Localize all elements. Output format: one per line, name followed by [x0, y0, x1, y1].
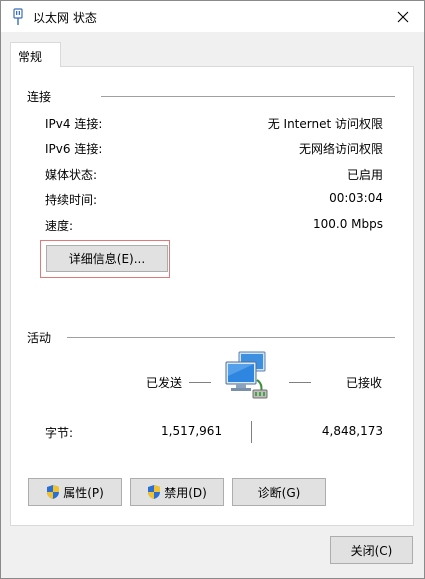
- title-bar: 以太网 状态: [1, 1, 424, 32]
- ipv4-label: IPv4 连接:: [45, 117, 103, 131]
- details-button[interactable]: 详细信息(E)...: [46, 245, 168, 272]
- diagnose-button[interactable]: 诊断(G): [232, 478, 326, 506]
- bytes-received-value: 4,848,173: [321, 424, 383, 438]
- activity-divider: [67, 337, 395, 338]
- disable-button[interactable]: 禁用(D): [130, 478, 224, 506]
- network-adapter-icon: [13, 8, 23, 25]
- close-button[interactable]: 关闭(C): [330, 536, 413, 564]
- activity-section-title: 活动: [27, 331, 52, 345]
- close-button-label: 关闭(C): [350, 543, 393, 558]
- window-title: 以太网 状态: [33, 11, 97, 25]
- connection-section-title: 连接: [27, 90, 52, 104]
- shield-icon: [47, 485, 60, 499]
- ipv6-label: IPv6 连接:: [45, 142, 103, 156]
- disable-button-label: 禁用(D): [164, 485, 207, 500]
- ethernet-status-window: 以太网 状态 常规 连接 IPv4 连接: 无 Internet 访问权限 IP…: [0, 0, 425, 579]
- shield-icon: [148, 485, 161, 499]
- sent-label: 已发送: [146, 376, 183, 390]
- media-state-value: 已启用: [346, 168, 383, 182]
- details-button-label: 详细信息(E)...: [68, 252, 146, 266]
- properties-button[interactable]: 属性(P): [28, 478, 122, 506]
- diagnose-button-label: 诊断(G): [257, 485, 301, 500]
- properties-button-label: 属性(P): [63, 485, 104, 500]
- connection-divider: [101, 96, 395, 97]
- received-connector-line: [289, 382, 311, 383]
- tab-general[interactable]: 常规: [10, 42, 61, 67]
- bytes-sent-value: 1,517,961: [161, 424, 223, 438]
- network-computers-icon: [225, 351, 268, 399]
- close-icon: [397, 11, 409, 22]
- tab-general-label: 常规: [18, 50, 43, 64]
- received-label: 已接收: [346, 376, 383, 390]
- duration-value: 00:03:04: [329, 191, 383, 205]
- speed-value: 100.0 Mbps: [312, 217, 383, 231]
- close-window-button[interactable]: [382, 1, 424, 32]
- duration-label: 持续时间:: [45, 193, 98, 207]
- bytes-label: 字节:: [45, 426, 74, 440]
- bytes-divider: [251, 421, 252, 443]
- media-state-label: 媒体状态:: [45, 168, 98, 182]
- ipv6-value: 无网络访问权限: [298, 142, 383, 156]
- ipv4-value: 无 Internet 访问权限: [267, 117, 383, 131]
- general-panel: 连接 IPv4 连接: 无 Internet 访问权限 IPv6 连接: 无网络…: [10, 66, 414, 526]
- speed-label: 速度:: [45, 219, 74, 233]
- sent-connector-line: [189, 382, 211, 383]
